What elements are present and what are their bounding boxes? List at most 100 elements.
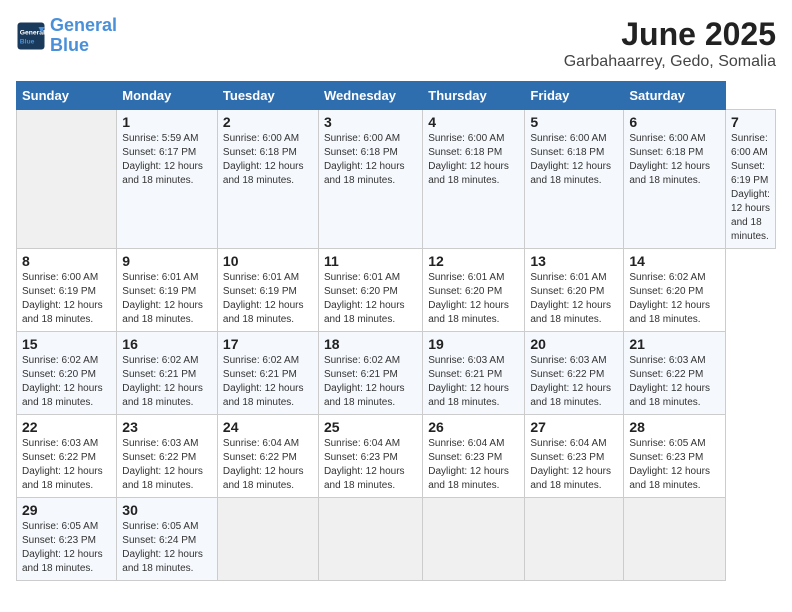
location-title: Garbahaarrey, Gedo, Somalia — [564, 53, 776, 71]
calendar-cell: 15 Sunrise: 6:02 AM Sunset: 6:20 PM Dayli… — [17, 332, 117, 415]
day-number: 30 — [122, 502, 212, 518]
calendar-cell: 8Sunrise: 6:00 AM Sunset: 6:19 PM Daylig… — [17, 249, 117, 332]
calendar-cell: 30 Sunrise: 6:05 AM Sunset: 6:24 PM Dayli… — [117, 498, 218, 581]
day-header-saturday: Saturday — [624, 82, 726, 110]
day-number: 5 — [530, 114, 618, 130]
day-info: Sunrise: 6:03 AM Sunset: 6:22 PM Dayligh… — [122, 437, 212, 493]
calendar-cell: 13Sunrise: 6:01 AM Sunset: 6:20 PM Dayli… — [525, 249, 624, 332]
calendar-cell: 12 Sunrise: 6:01 AM Sunset: 6:20 PM Dayli… — [423, 249, 525, 332]
calendar-cell: 17Sunrise: 6:02 AM Sunset: 6:21 PM Dayli… — [217, 332, 318, 415]
day-header-tuesday: Tuesday — [217, 82, 318, 110]
header: General Blue General Blue June 2025 Garb… — [16, 16, 776, 71]
calendar-cell: 6 Sunrise: 6:00 AM Sunset: 6:18 PM Daylig… — [624, 110, 726, 249]
day-info: Sunrise: 6:00 AM Sunset: 6:18 PM Dayligh… — [223, 132, 313, 188]
calendar-cell — [525, 498, 624, 581]
day-info: Sunrise: 6:03 AM Sunset: 6:22 PM Dayligh… — [629, 354, 720, 410]
calendar-cell: 23 Sunrise: 6:03 AM Sunset: 6:22 PM Dayli… — [117, 415, 218, 498]
day-number: 21 — [629, 336, 720, 352]
day-header-friday: Friday — [525, 82, 624, 110]
day-info: Sunrise: 6:01 AM Sunset: 6:19 PM Dayligh… — [223, 271, 313, 327]
calendar-cell: 25 Sunrise: 6:04 AM Sunset: 6:23 PM Dayli… — [318, 415, 422, 498]
day-info: Sunrise: 6:03 AM Sunset: 6:22 PM Dayligh… — [22, 437, 111, 493]
calendar-cell: 3 Sunrise: 6:00 AM Sunset: 6:18 PM Daylig… — [318, 110, 422, 249]
title-area: June 2025 Garbahaarrey, Gedo, Somalia — [564, 16, 776, 71]
calendar-cell: 19 Sunrise: 6:03 AM Sunset: 6:21 PM Dayli… — [423, 332, 525, 415]
calendar-week-row: 8Sunrise: 6:00 AM Sunset: 6:19 PM Daylig… — [17, 249, 776, 332]
day-info: Sunrise: 6:02 AM Sunset: 6:21 PM Dayligh… — [122, 354, 212, 410]
day-number: 17 — [223, 336, 313, 352]
day-header-sunday: Sunday — [17, 82, 117, 110]
calendar-cell: 18Sunrise: 6:02 AM Sunset: 6:21 PM Dayli… — [318, 332, 422, 415]
calendar-cell: 27 Sunrise: 6:04 AM Sunset: 6:23 PM Dayli… — [525, 415, 624, 498]
day-number: 6 — [629, 114, 720, 130]
day-number: 4 — [428, 114, 519, 130]
calendar-cell — [217, 498, 318, 581]
day-info: Sunrise: 6:05 AM Sunset: 6:23 PM Dayligh… — [22, 520, 111, 576]
calendar-cell: 16Sunrise: 6:02 AM Sunset: 6:21 PM Dayli… — [117, 332, 218, 415]
calendar-cell: 9Sunrise: 6:01 AM Sunset: 6:19 PM Daylig… — [117, 249, 218, 332]
day-number: 23 — [122, 419, 212, 435]
day-info: Sunrise: 6:01 AM Sunset: 6:20 PM Dayligh… — [428, 271, 519, 327]
day-number: 24 — [223, 419, 313, 435]
day-info: Sunrise: 6:00 AM Sunset: 6:18 PM Dayligh… — [530, 132, 618, 188]
day-info: Sunrise: 6:01 AM Sunset: 6:20 PM Dayligh… — [324, 271, 417, 327]
day-header-thursday: Thursday — [423, 82, 525, 110]
calendar-week-row: 1 Sunrise: 5:59 AM Sunset: 6:17 PM Daylig… — [17, 110, 776, 249]
day-info: Sunrise: 6:00 AM Sunset: 6:18 PM Dayligh… — [428, 132, 519, 188]
day-number: 27 — [530, 419, 618, 435]
day-info: Sunrise: 6:04 AM Sunset: 6:23 PM Dayligh… — [530, 437, 618, 493]
day-number: 28 — [629, 419, 720, 435]
calendar-cell: 29 Sunrise: 6:05 AM Sunset: 6:23 PM Dayli… — [17, 498, 117, 581]
calendar-cell: 24Sunrise: 6:04 AM Sunset: 6:22 PM Dayli… — [217, 415, 318, 498]
day-number: 7 — [731, 114, 770, 130]
calendar-cell: 14Sunrise: 6:02 AM Sunset: 6:20 PM Dayli… — [624, 249, 726, 332]
calendar-week-row: 15 Sunrise: 6:02 AM Sunset: 6:20 PM Dayli… — [17, 332, 776, 415]
calendar-cell: 26Sunrise: 6:04 AM Sunset: 6:23 PM Dayli… — [423, 415, 525, 498]
day-number: 1 — [122, 114, 212, 130]
day-number: 19 — [428, 336, 519, 352]
day-info: Sunrise: 6:04 AM Sunset: 6:23 PM Dayligh… — [428, 437, 519, 493]
calendar-cell: 10 Sunrise: 6:01 AM Sunset: 6:19 PM Dayli… — [217, 249, 318, 332]
calendar-cell — [423, 498, 525, 581]
empty-cell — [17, 110, 117, 249]
day-number: 9 — [122, 253, 212, 269]
day-number: 13 — [530, 253, 618, 269]
day-info: Sunrise: 5:59 AM Sunset: 6:17 PM Dayligh… — [122, 132, 212, 188]
day-number: 8 — [22, 253, 111, 269]
calendar-cell: 4 Sunrise: 6:00 AM Sunset: 6:18 PM Daylig… — [423, 110, 525, 249]
logo-text: General Blue — [50, 16, 117, 56]
day-info: Sunrise: 6:04 AM Sunset: 6:23 PM Dayligh… — [324, 437, 417, 493]
day-number: 20 — [530, 336, 618, 352]
day-header-monday: Monday — [117, 82, 218, 110]
calendar-cell — [624, 498, 726, 581]
day-info: Sunrise: 6:03 AM Sunset: 6:22 PM Dayligh… — [530, 354, 618, 410]
day-number: 2 — [223, 114, 313, 130]
day-info: Sunrise: 6:03 AM Sunset: 6:21 PM Dayligh… — [428, 354, 519, 410]
calendar-header-row: SundayMondayTuesdayWednesdayThursdayFrid… — [17, 82, 776, 110]
calendar-cell: 7Sunrise: 6:00 AM Sunset: 6:19 PM Daylig… — [726, 110, 776, 249]
calendar-cell: 2 Sunrise: 6:00 AM Sunset: 6:18 PM Daylig… — [217, 110, 318, 249]
calendar-body: 1 Sunrise: 5:59 AM Sunset: 6:17 PM Daylig… — [17, 110, 776, 581]
calendar-cell — [318, 498, 422, 581]
day-number: 29 — [22, 502, 111, 518]
svg-text:Blue: Blue — [20, 38, 35, 45]
day-number: 3 — [324, 114, 417, 130]
day-number: 15 — [22, 336, 111, 352]
day-number: 12 — [428, 253, 519, 269]
day-info: Sunrise: 6:05 AM Sunset: 6:24 PM Dayligh… — [122, 520, 212, 576]
day-number: 11 — [324, 253, 417, 269]
day-number: 10 — [223, 253, 313, 269]
day-info: Sunrise: 6:05 AM Sunset: 6:23 PM Dayligh… — [629, 437, 720, 493]
calendar-week-row: 29 Sunrise: 6:05 AM Sunset: 6:23 PM Dayli… — [17, 498, 776, 581]
day-number: 25 — [324, 419, 417, 435]
calendar-cell: 21 Sunrise: 6:03 AM Sunset: 6:22 PM Dayli… — [624, 332, 726, 415]
day-info: Sunrise: 6:02 AM Sunset: 6:20 PM Dayligh… — [22, 354, 111, 410]
calendar-cell: 22 Sunrise: 6:03 AM Sunset: 6:22 PM Dayli… — [17, 415, 117, 498]
day-info: Sunrise: 6:00 AM Sunset: 6:18 PM Dayligh… — [629, 132, 720, 188]
day-info: Sunrise: 6:00 AM Sunset: 6:18 PM Dayligh… — [324, 132, 417, 188]
day-info: Sunrise: 6:02 AM Sunset: 6:20 PM Dayligh… — [629, 271, 720, 327]
logo-icon: General Blue — [16, 21, 46, 51]
calendar-week-row: 22 Sunrise: 6:03 AM Sunset: 6:22 PM Dayli… — [17, 415, 776, 498]
calendar-cell: 5 Sunrise: 6:00 AM Sunset: 6:18 PM Daylig… — [525, 110, 624, 249]
day-number: 22 — [22, 419, 111, 435]
